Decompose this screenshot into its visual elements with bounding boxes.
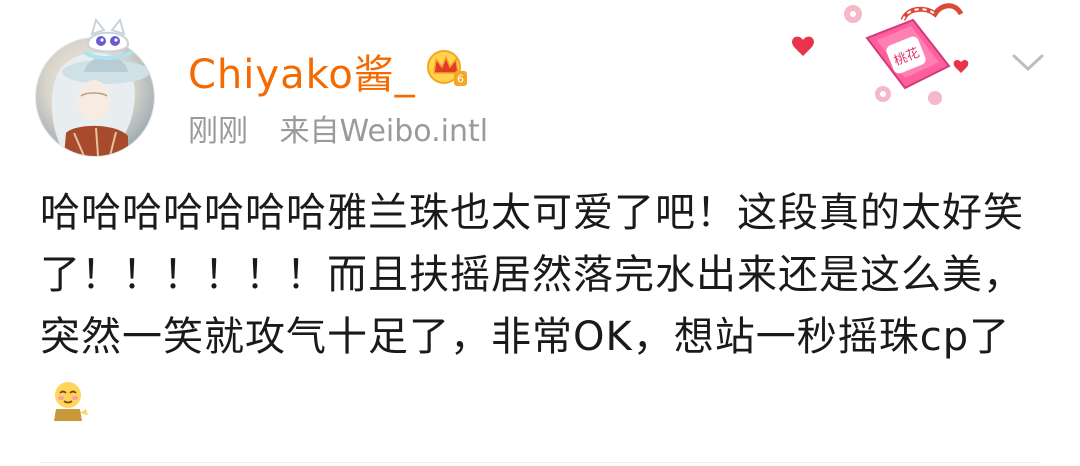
post-text: 哈哈哈哈哈哈哈雅兰珠也太可爱了吧！这段真的太好笑了！！！！！！而且扶摇居然落完水… [40,182,1045,430]
crown-icon[interactable]: 6 [424,47,468,87]
blush-emoji-icon [54,382,88,421]
peach-blossom-charm-icon: 桃花 [792,3,969,105]
cat-ornament-icon [82,17,134,60]
chevron-down-icon[interactable] [1010,50,1046,74]
author-name[interactable]: Chiyako酱_ [188,42,416,100]
post-source[interactable]: 来自Weibo.intl [280,114,489,149]
post-meta: 刚刚 来自Weibo.intl [188,106,510,150]
post-text-body: 哈哈哈哈哈哈哈雅兰珠也太可爱了吧！这段真的太好笑了！！！！！！而且扶摇居然落完水… [40,190,1024,360]
divider [40,462,1040,463]
vip-level-badge: 6 [457,73,464,86]
post-time: 刚刚 [188,114,248,149]
